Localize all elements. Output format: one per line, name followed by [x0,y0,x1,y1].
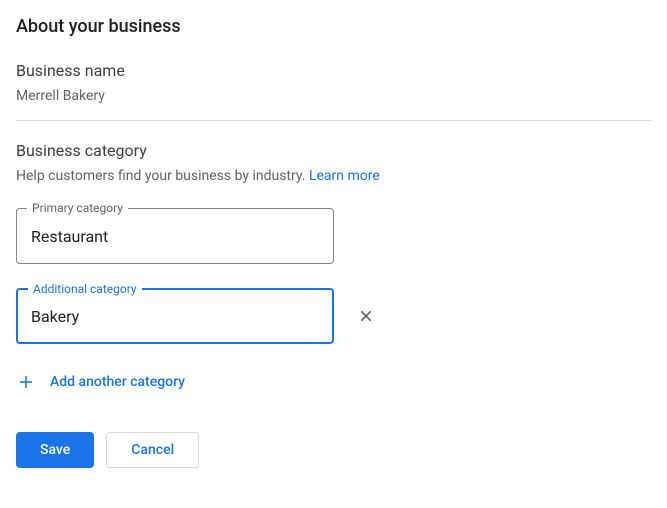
divider [16,120,651,121]
remove-category-button[interactable] [354,304,378,328]
additional-category-floating-label: Additional category [28,281,142,297]
close-icon [358,308,374,324]
plus-icon [16,372,36,392]
button-row: Save Cancel [16,432,651,468]
business-category-label: Business category [16,141,651,160]
additional-category-field[interactable]: Additional category [16,288,334,344]
primary-category-input[interactable] [31,227,319,246]
primary-category-floating-label: Primary category [27,200,128,216]
business-name-value: Merrell Bakery [16,88,651,104]
save-button[interactable]: Save [16,432,94,468]
help-text-content: Help customers find your business by ind… [16,168,309,184]
additional-category-input[interactable] [31,307,319,326]
add-another-label: Add another category [50,374,185,390]
add-another-category-button[interactable]: Add another category [16,368,651,396]
primary-category-field[interactable]: Primary category [16,208,334,264]
learn-more-link[interactable]: Learn more [309,168,380,184]
page-title: About your business [16,16,651,37]
cancel-button[interactable]: Cancel [106,432,199,468]
business-name-label: Business name [16,61,651,80]
business-category-help: Help customers find your business by ind… [16,168,651,184]
